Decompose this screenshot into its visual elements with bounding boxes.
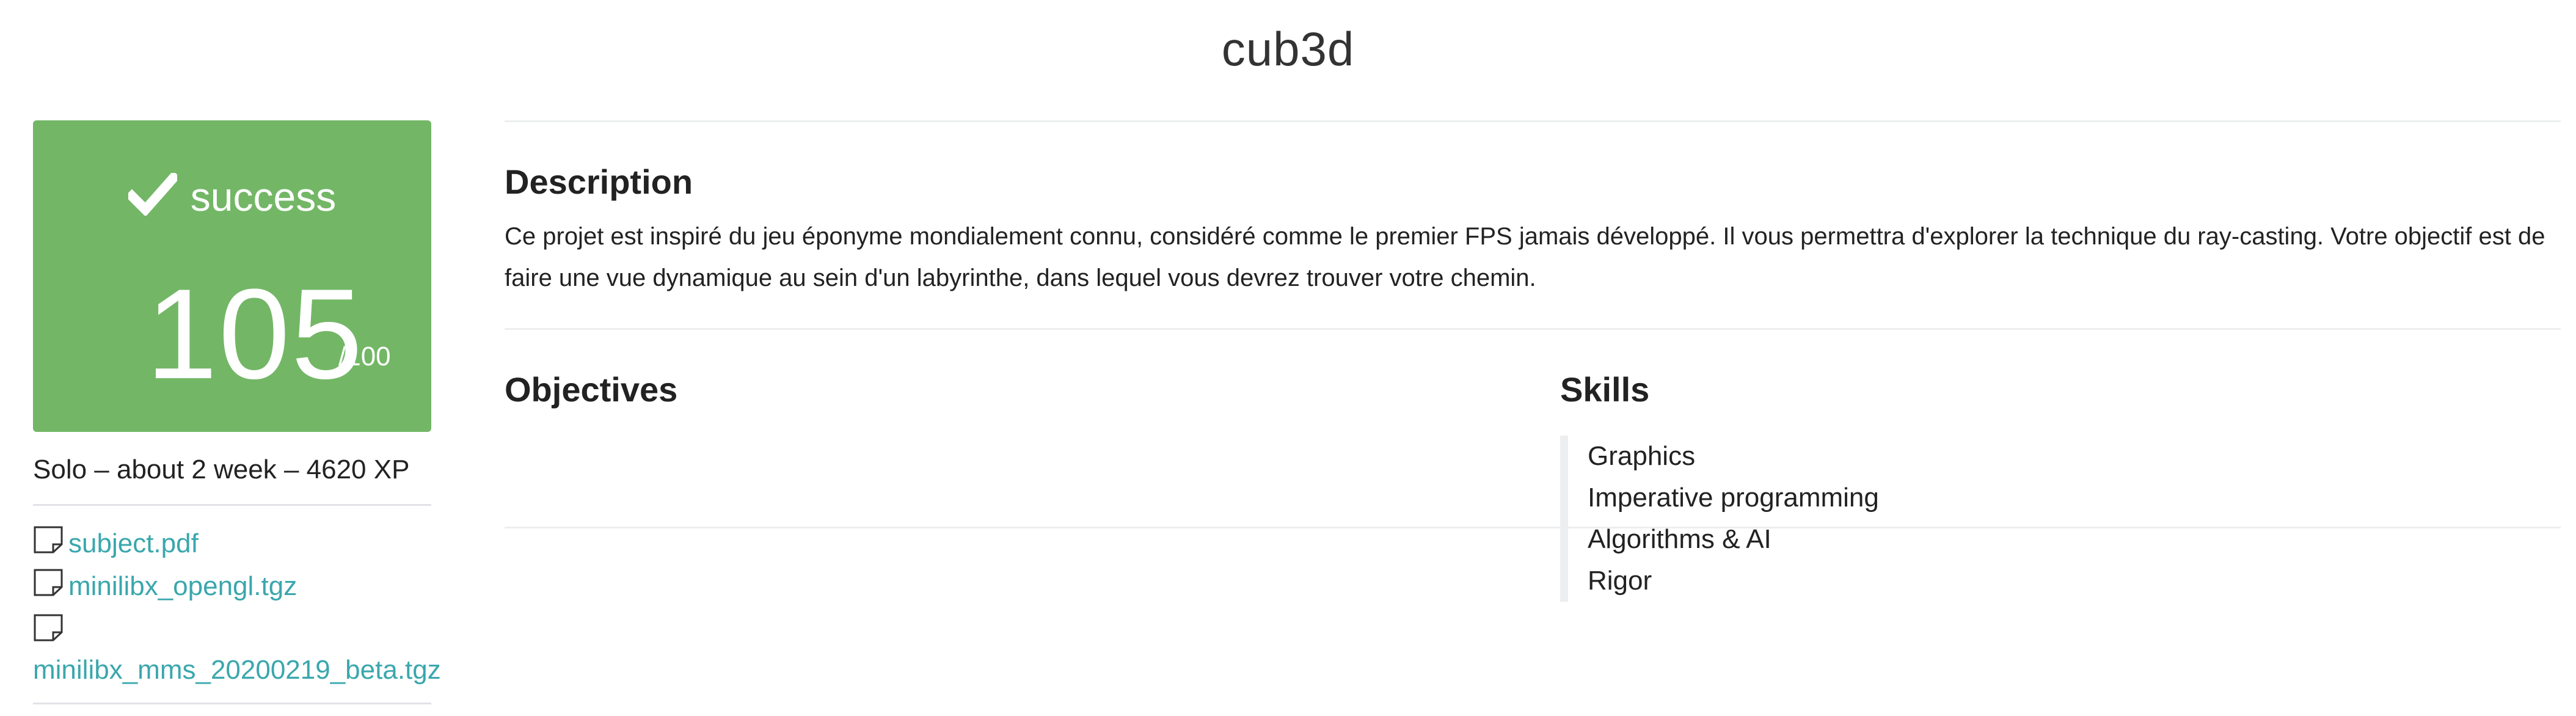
divider [33, 703, 431, 704]
page-title: cub3d [1221, 22, 1355, 76]
document-icon [33, 612, 426, 654]
attachment-item: minilibx_mms_20200219_beta.tgz [33, 612, 441, 687]
objectives-title: Objectives [505, 370, 678, 409]
skill-item: Imperative programming [1588, 483, 1879, 513]
attachment-link[interactable]: subject.pdf [68, 528, 199, 558]
skill-item: Algorithms & AI [1588, 524, 1771, 554]
document-icon [33, 567, 64, 608]
attachment-link[interactable]: minilibx_opengl.tgz [68, 571, 297, 601]
description-title: Description [505, 163, 693, 201]
skills-list: Graphics Imperative programming Algorith… [1560, 436, 1879, 602]
attachments-list: subject.pdf minilibx_opengl.tgz minilibx… [33, 506, 441, 703]
details-columns: Objectives Skills Graphics Imperative pr… [505, 330, 2561, 635]
status-header: success [33, 169, 431, 229]
score-value: 105 [146, 262, 364, 406]
status-label: success [190, 174, 337, 219]
checkmark-icon [125, 170, 181, 229]
divider [505, 120, 2561, 122]
project-main: Description Ce projet est inspiré du jeu… [505, 120, 2561, 635]
project-meta: Solo – about 2 week – 4620 XP [33, 455, 410, 484]
skills-section: Skills Graphics Imperative programming A… [1560, 368, 1879, 602]
skill-item: Rigor [1588, 566, 1652, 596]
status-card: success 105 /100 [33, 120, 431, 432]
score-max: /100 [338, 342, 391, 371]
description-text: Ce projet est inspiré du jeu éponyme mon… [505, 223, 2545, 291]
skill-item: Graphics [1588, 441, 1696, 471]
skills-title: Skills [1560, 370, 1650, 409]
attachment-item: minilibx_opengl.tgz [33, 566, 431, 608]
attachment-item: subject.pdf [33, 523, 431, 566]
project-sidebar: success 105 /100 Solo – about 2 week – 4… [33, 120, 441, 704]
objectives-section: Objectives [505, 368, 677, 411]
divider [505, 527, 2561, 528]
attachment-link[interactable]: minilibx_mms_20200219_beta.tgz [33, 654, 441, 687]
document-icon [33, 524, 64, 566]
